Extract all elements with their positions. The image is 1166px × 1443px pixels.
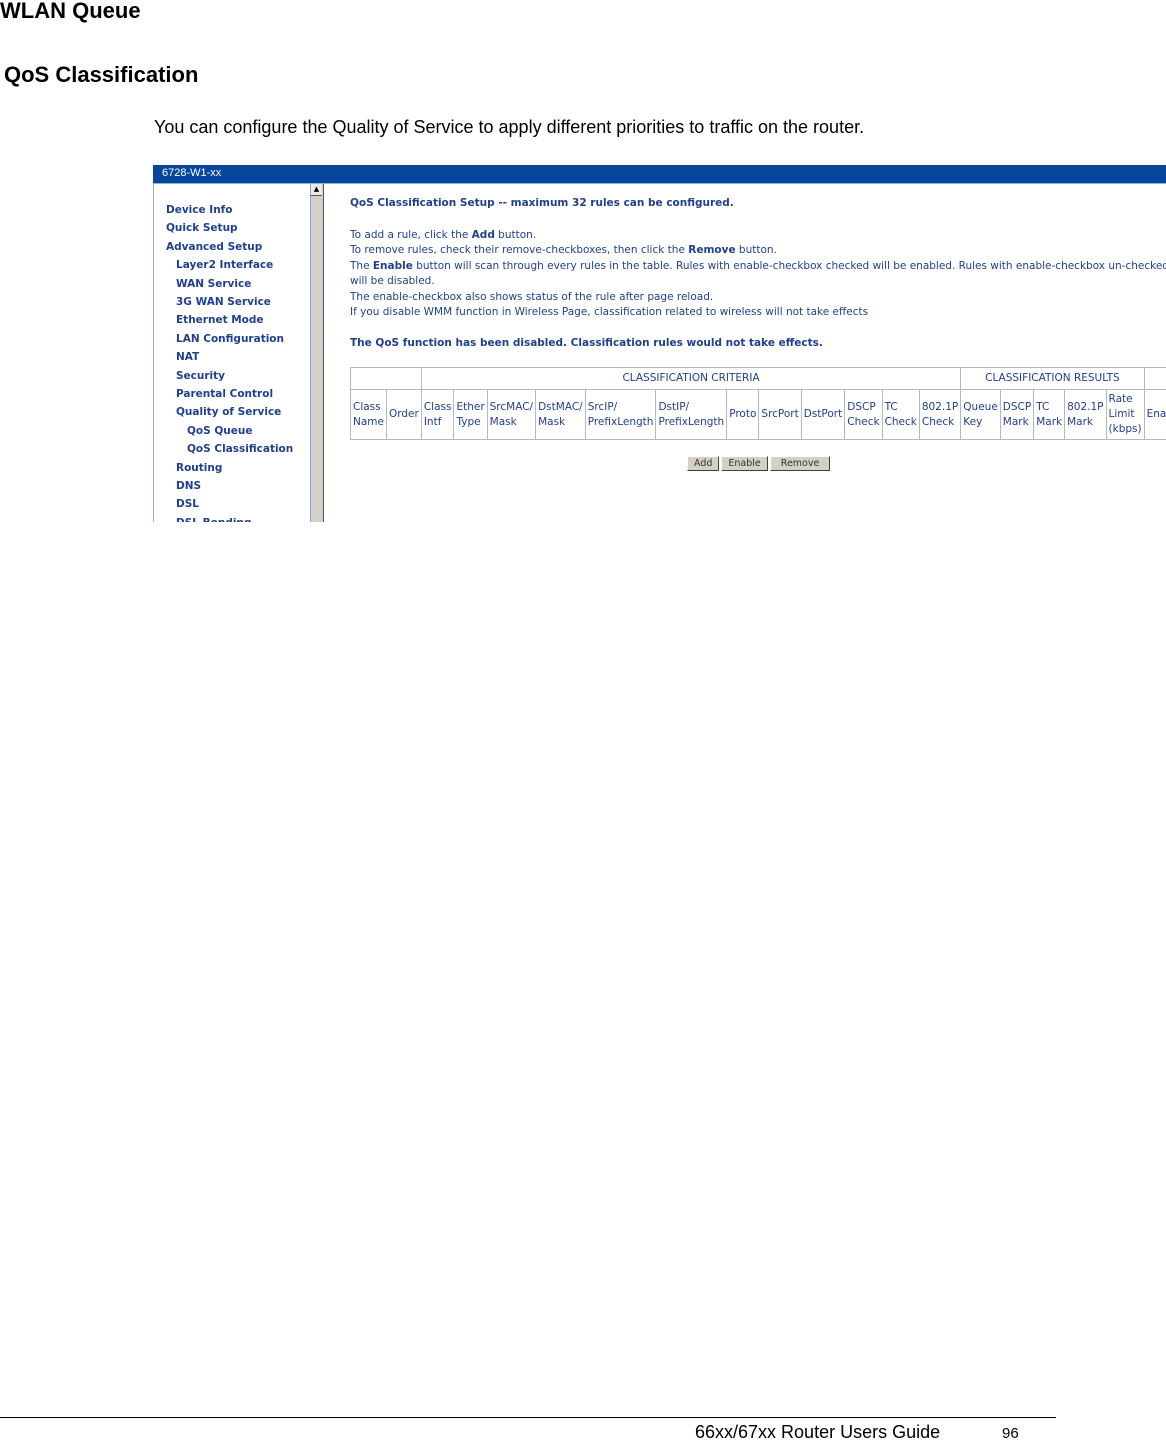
sidebar-item-dsl-bonding[interactable]: DSL Bonding	[176, 517, 251, 522]
sidebar-nav: Device Info Quick Setup Advanced Setup Laye…	[153, 184, 311, 522]
column-header: ClassIntf	[421, 390, 454, 440]
column-header: DstIP/PrefixLength	[656, 390, 727, 440]
column-header: EtherType	[454, 390, 487, 440]
sidebar-item-3g-wan-service[interactable]: 3G WAN Service	[176, 296, 271, 308]
text-bold: Add	[472, 229, 495, 241]
sidebar-item-parental-control[interactable]: Parental Control	[176, 388, 273, 400]
group-header-criteria: CLASSIFICATION CRITERIA	[421, 368, 960, 390]
add-button[interactable]: Add	[687, 456, 719, 471]
column-header: Order	[386, 390, 421, 440]
setup-title: QoS Classification Setup -- maximum 32 r…	[350, 197, 734, 209]
instruction-wmm: If you disable WMM function in Wireless …	[350, 306, 868, 318]
sidebar-item-dsl[interactable]: DSL	[176, 498, 199, 510]
remove-button[interactable]: Remove	[770, 456, 831, 471]
column-header: DSCPCheck	[845, 390, 882, 440]
intro-paragraph: You can configure the Quality of Service…	[154, 117, 864, 138]
enable-button[interactable]: Enable	[721, 456, 767, 471]
text: To add a rule, click the	[350, 229, 472, 241]
column-header: DSCPMark	[1000, 390, 1033, 440]
sidebar-scrollbar[interactable]: ▲	[310, 184, 324, 522]
sidebar-item-lan-configuration[interactable]: LAN Configuration	[176, 333, 284, 345]
sidebar-item-ethernet-mode[interactable]: Ethernet Mode	[176, 314, 264, 326]
sidebar-item-qos-queue[interactable]: QoS Queue	[187, 425, 252, 437]
column-header: Enable	[1144, 390, 1166, 440]
text-bold: Enable	[373, 260, 413, 272]
column-header: TCMark	[1034, 390, 1065, 440]
sidebar-item-layer2-interface[interactable]: Layer2 Interface	[176, 259, 273, 271]
text: button.	[736, 244, 777, 256]
sidebar-item-quality-of-service[interactable]: Quality of Service	[176, 406, 281, 418]
column-header: Proto	[727, 390, 759, 440]
column-header: RateLimit(kbps)	[1106, 390, 1144, 440]
group-header-empty	[1144, 368, 1166, 390]
column-header: SrcPort	[759, 390, 801, 440]
sidebar-item-qos-classification[interactable]: QoS Classification	[187, 443, 293, 455]
sidebar-item-dns[interactable]: DNS	[176, 480, 201, 492]
footer-page-number: 96	[1002, 1425, 1019, 1442]
sidebar-item-advanced-setup[interactable]: Advanced Setup	[166, 241, 262, 253]
previous-section-heading: WLAN Queue	[0, 0, 141, 24]
sidebar-item-routing[interactable]: Routing	[176, 462, 222, 474]
text: To remove rules, check their remove-chec…	[350, 244, 688, 256]
column-header: QueueKey	[961, 390, 1001, 440]
group-header-results: CLASSIFICATION RESULTS	[961, 368, 1144, 390]
sidebar-item-wan-service[interactable]: WAN Service	[176, 278, 251, 290]
main-content: QoS Classification Setup -- maximum 32 r…	[350, 184, 1166, 522]
column-header: SrcMAC/Mask	[487, 390, 535, 440]
router-model-title: 6728-W1-xx	[162, 167, 221, 179]
table-column-header-row: ClassNameOrderClassIntfEtherTypeSrcMAC/M…	[351, 390, 1166, 440]
router-title-bar: 6728-W1-xx	[153, 165, 1166, 184]
classification-rules-table: CLASSIFICATION CRITERIA CLASSIFICATION R…	[350, 367, 1166, 440]
sidebar-item-device-info[interactable]: Device Info	[166, 204, 232, 216]
router-screenshot: 6728-W1-xx Device Info Quick Setup Advance…	[153, 165, 1166, 522]
action-buttons: AddEnableRemove	[687, 456, 832, 471]
column-header: 802.1PMark	[1065, 390, 1106, 440]
column-header: DstPort	[801, 390, 845, 440]
scroll-up-arrow-icon[interactable]: ▲	[311, 184, 322, 196]
table-group-header-row: CLASSIFICATION CRITERIA CLASSIFICATION R…	[351, 368, 1166, 390]
qos-disabled-notice: The QoS function has been disabled. Clas…	[350, 337, 823, 349]
column-header: 802.1PCheck	[919, 390, 960, 440]
footer-divider	[0, 1417, 1056, 1418]
group-header-empty	[351, 368, 422, 390]
sidebar-item-quick-setup[interactable]: Quick Setup	[166, 222, 238, 234]
column-header: TCCheck	[882, 390, 919, 440]
instruction-enable-cont: will be disabled.	[350, 275, 435, 287]
instruction-status: The enable-checkbox also shows status of…	[350, 291, 713, 303]
text: button will scan through every rules in …	[413, 260, 1166, 272]
column-header: ClassName	[351, 390, 387, 440]
sidebar-item-nat[interactable]: NAT	[176, 351, 199, 363]
text: button.	[495, 229, 536, 241]
instruction-remove: To remove rules, check their remove-chec…	[350, 244, 777, 256]
section-heading: QoS Classification	[4, 62, 198, 88]
instruction-add: To add a rule, click the Add button.	[350, 229, 536, 241]
text: The	[350, 260, 373, 272]
text-bold: Remove	[688, 244, 735, 256]
sidebar-item-security[interactable]: Security	[176, 370, 225, 382]
column-header: SrcIP/PrefixLength	[585, 390, 656, 440]
instruction-enable: The Enable button will scan through ever…	[350, 260, 1166, 272]
column-header: DstMAC/Mask	[536, 390, 586, 440]
